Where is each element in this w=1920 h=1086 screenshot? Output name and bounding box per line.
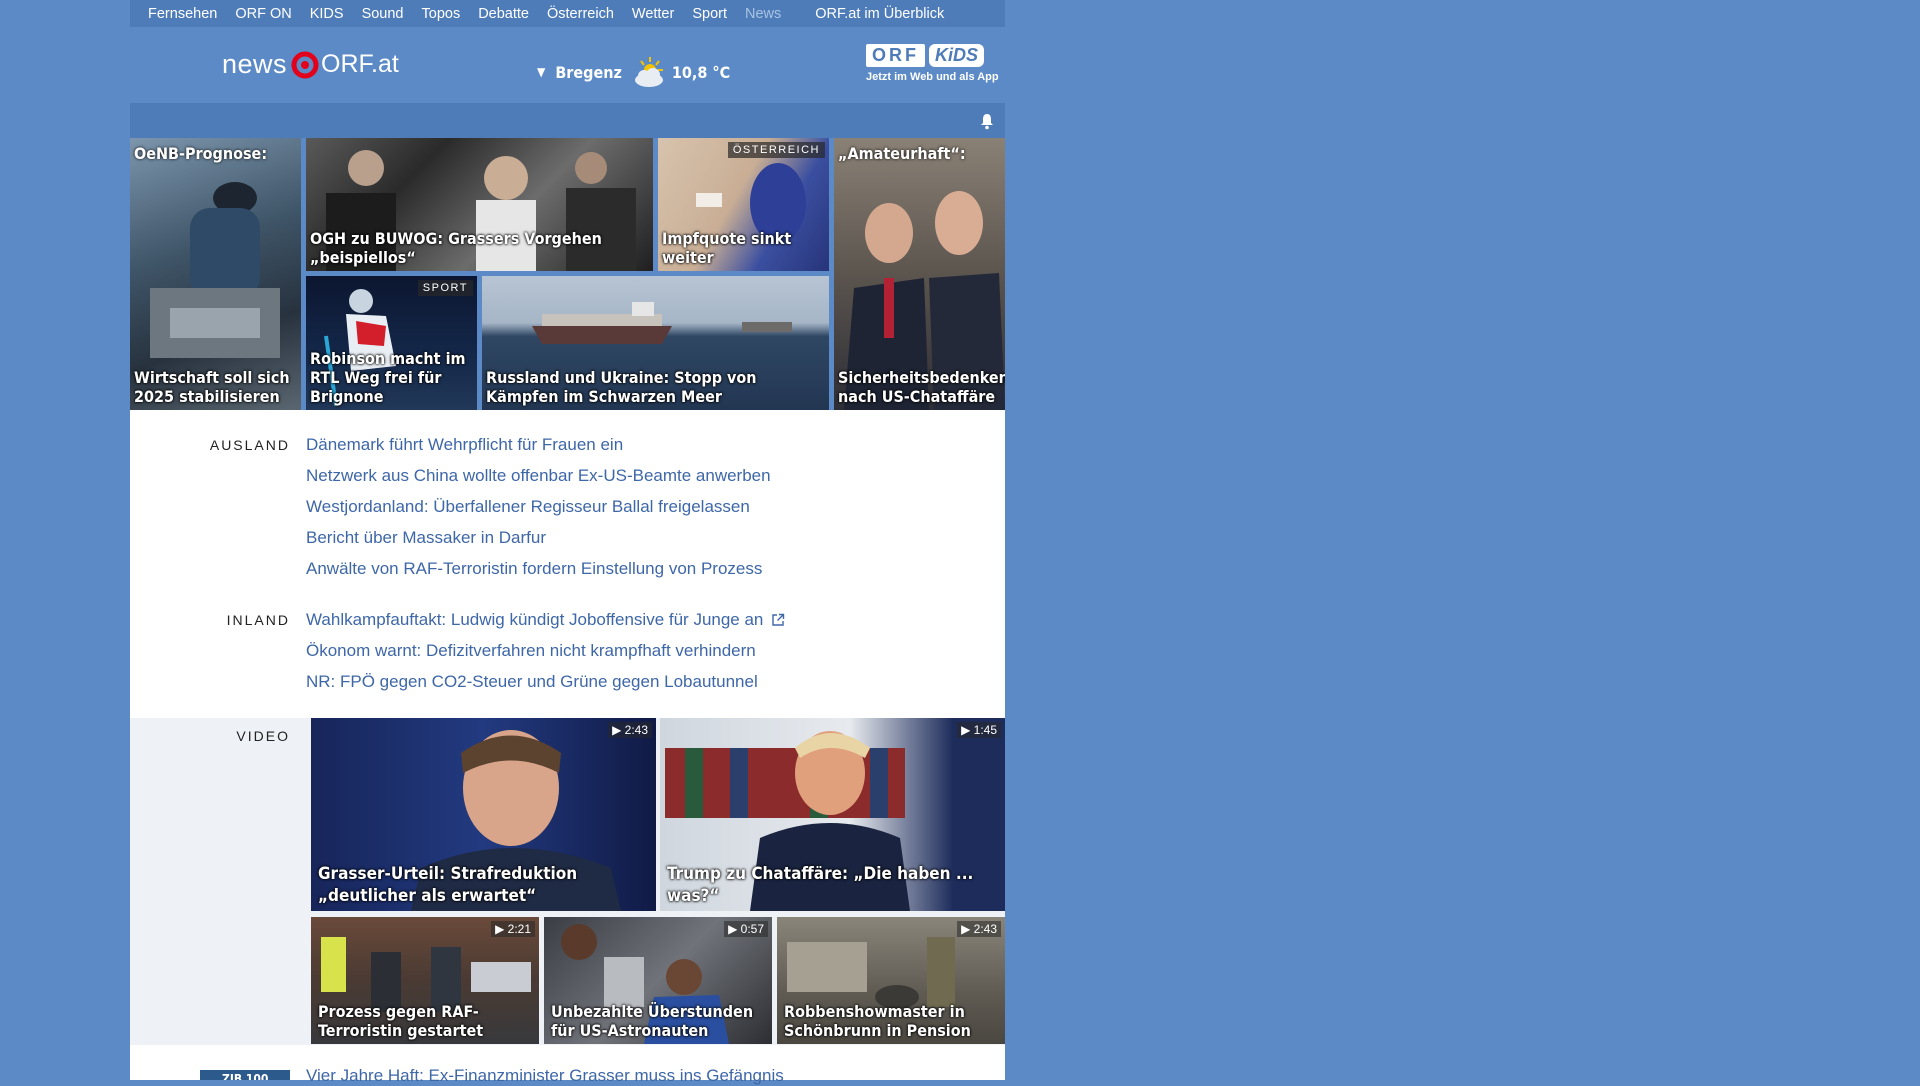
nav-orf-on[interactable]: ORF ON [217, 6, 291, 22]
video-caption: Grasser-Urteil: Strafreduktion „deutlich… [318, 864, 578, 906]
bell-icon[interactable] [979, 112, 995, 130]
nav-news[interactable]: News [727, 6, 781, 22]
ausland-headlines: Dänemark führt Wehrpflicht für Frauen ei… [306, 429, 771, 584]
video-caption: Prozess gegen RAF-Terroristin gestartet [318, 1002, 484, 1040]
site-header: news ORF.at ▼ Bregenz 10,8 °C ORF KiDS J… [130, 27, 1005, 103]
headline-link[interactable]: Dänemark führt Wehrpflicht für Frauen ei… [306, 429, 771, 460]
zib-badge: ZIB 100 [200, 1070, 290, 1080]
nav-debatte[interactable]: Debatte [460, 6, 529, 22]
video-tile-robben[interactable]: ▶ 2:43 Robbenshowmaster in Schönbrunn in… [777, 917, 1005, 1044]
orf-kids-promo[interactable]: ORF KiDS Jetzt im Web und als App [866, 44, 1006, 83]
nav-overview[interactable]: ORF.at im Überblick [797, 6, 944, 22]
video-section: VIDEO ▶ 2:43 Grasser-Urteil: Strafredukt… [130, 718, 1005, 1045]
story-tile-russland[interactable]: Russland und Ukraine: Stopp von Kämpfen … [482, 276, 829, 410]
headline-link[interactable]: Vier Jahre Haft: Ex-Finanzminister Grass… [306, 1066, 784, 1086]
video-tile-trump[interactable]: ▶ 1:45 Trump zu Chataffäre: „Die haben .… [660, 718, 1005, 911]
video-duration: ▶ 1:45 [957, 722, 1001, 738]
video-duration: ▶ 0:57 [724, 921, 768, 937]
kids-orf-text: ORF [866, 44, 925, 67]
headline-link[interactable]: Netzwerk aus China wollte offenbar Ex-US… [306, 460, 771, 491]
section-label-video: VIDEO [236, 728, 290, 744]
story-caption: Robinson macht im RTL Weg frei für Brign… [310, 349, 466, 406]
headline-link[interactable]: NR: FPÖ gegen CO2-Steuer und Grüne gegen… [306, 666, 785, 697]
weather-city: Bregenz [555, 62, 622, 82]
kids-tagline: Jetzt im Web und als App [866, 71, 999, 83]
story-caption: Sicherheitsbedenken nach US-Chataffäre [838, 368, 1005, 406]
headline-text: Wahlkampfauftakt: Ludwig kündigt Joboffe… [306, 610, 764, 629]
story-tile-oenb[interactable]: OeNB-Prognose: Wirtschaft soll sich 2025… [130, 138, 301, 410]
video-duration: ▶ 2:21 [491, 921, 535, 937]
kids-logo: ORF KiDS [866, 44, 1006, 67]
news-list-area: AUSLAND Dänemark führt Wehrpflicht für F… [130, 410, 1005, 718]
weather-temperature: 10,8 °C [671, 62, 731, 82]
video-caption: Robbenshowmaster in Schönbrunn in Pensio… [784, 1002, 971, 1040]
kids-kids-text: KiDS [929, 44, 985, 67]
logo-news-text: news [222, 49, 288, 79]
news-orf-logo[interactable]: news ORF.at [222, 49, 399, 80]
external-link-icon [772, 613, 785, 626]
story-kicker: OeNB-Prognose: [134, 144, 268, 163]
video-duration: ▶ 2:43 [957, 921, 1001, 937]
top-navigation: Fernsehen ORF ON KIDS Sound Topos Debatt… [130, 0, 1005, 27]
headline-link[interactable]: Bericht über Massaker in Darfur [306, 522, 771, 553]
nav-sound[interactable]: Sound [344, 6, 404, 22]
partly-cloudy-icon [634, 57, 663, 87]
logo-orf-text: ORF.at [321, 50, 399, 78]
nav-oesterreich[interactable]: Österreich [529, 6, 614, 22]
story-kicker: „Amateurhaft“: [838, 144, 966, 163]
section-label-ausland: AUSLAND [209, 437, 290, 453]
story-tile-impfquote[interactable]: ÖSTERREICH Impfquote sinkt weiter [658, 138, 829, 271]
video-caption: Unbezahlte Überstunden für US-Astronaute… [551, 1002, 754, 1040]
video-tile-grasser[interactable]: ▶ 2:43 Grasser-Urteil: Strafreduktion „d… [311, 718, 656, 911]
section-label-inland: INLAND [226, 612, 290, 628]
story-tile-amateurhaft[interactable]: „Amateurhaft“: Sicherheitsbedenken nach … [834, 138, 1005, 410]
headline-link[interactable]: Ökonom warnt: Defizitverfahren nicht kra… [306, 635, 785, 666]
video-tile-raf[interactable]: ▶ 2:21 Prozess gegen RAF-Terroristin ges… [311, 917, 539, 1044]
video-duration: ▶ 2:43 [608, 722, 652, 738]
story-caption: Wirtschaft soll sich 2025 stabilisieren [134, 368, 290, 406]
headline-link[interactable]: Westjordanland: Überfallener Regisseur B… [306, 491, 771, 522]
nav-kids[interactable]: KIDS [292, 6, 344, 22]
nav-wetter[interactable]: Wetter [614, 6, 674, 22]
notification-bar [130, 103, 1005, 138]
orf-ring-icon [291, 51, 319, 78]
weather-widget[interactable]: ▼ Bregenz 10,8 °C [537, 55, 730, 89]
story-caption: Impfquote sinkt weiter [662, 229, 792, 267]
video-caption: Trump zu Chataffäre: „Die haben ... was?… [667, 864, 974, 906]
headline-link[interactable]: Wahlkampfauftakt: Ludwig kündigt Joboffe… [306, 604, 785, 635]
story-tile-robinson[interactable]: SPORT Robinson macht im RTL Weg frei für… [306, 276, 477, 410]
dropdown-triangle-icon: ▼ [537, 65, 546, 79]
page: Fernsehen ORF ON KIDS Sound Topos Debatt… [130, 0, 1005, 1085]
nav-fernsehen[interactable]: Fernsehen [130, 6, 217, 22]
nav-sport[interactable]: Sport [674, 6, 727, 22]
story-caption: OGH zu BUWOG: Grassers Vorgehen „beispie… [310, 229, 602, 267]
nav-topos[interactable]: Topos [404, 6, 461, 22]
category-label: ÖSTERREICH [727, 142, 825, 158]
headline-link[interactable]: Anwälte von RAF-Terroristin fordern Eins… [306, 553, 771, 584]
category-label: SPORT [417, 280, 473, 296]
story-tile-ogh[interactable]: OGH zu BUWOG: Grassers Vorgehen „beispie… [306, 138, 653, 271]
story-caption: Russland und Ukraine: Stopp von Kämpfen … [486, 368, 757, 406]
video-tile-astronauten[interactable]: ▶ 0:57 Unbezahlte Überstunden für US-Ast… [544, 917, 772, 1044]
inland-headlines: Wahlkampfauftakt: Ludwig kündigt Joboffe… [306, 604, 785, 697]
